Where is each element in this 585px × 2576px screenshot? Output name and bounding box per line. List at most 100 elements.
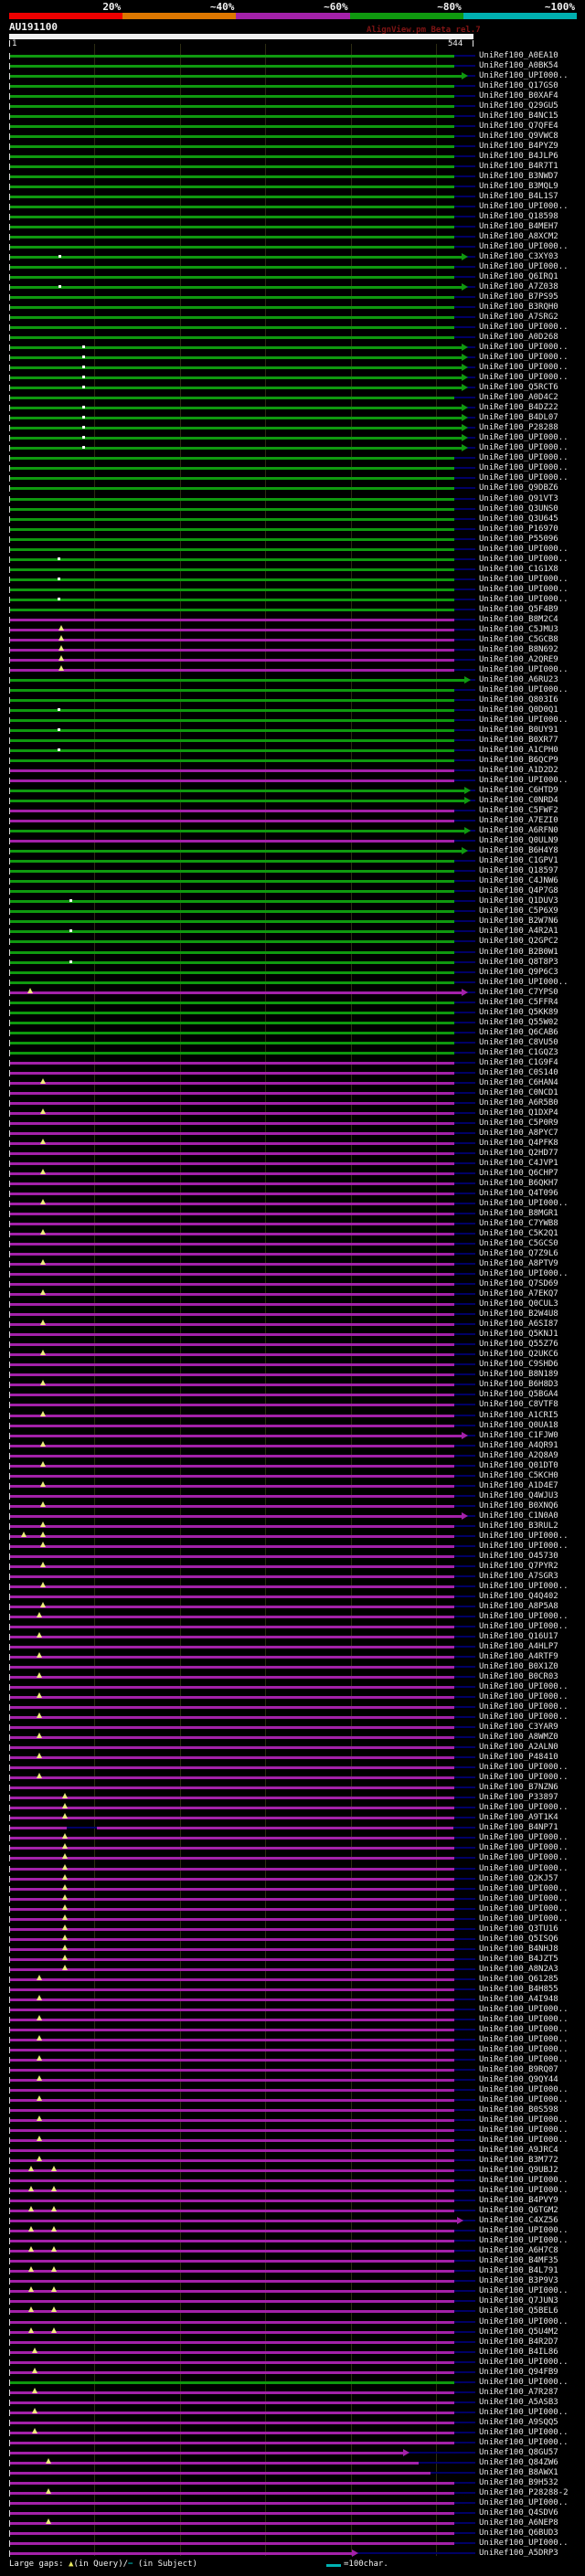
hit-label[interactable]: UniRef100_UPI000.. <box>479 363 569 373</box>
hit-label[interactable]: UniRef100_A5DRP3 <box>479 2549 558 2559</box>
hit-bar[interactable] <box>10 1797 454 1800</box>
hit-label[interactable]: UniRef100_UPI000.. <box>479 353 569 363</box>
hit-label[interactable]: UniRef100_O45730 <box>479 1552 558 1562</box>
hit-row[interactable]: UniRef100_A7Z038 <box>0 282 585 292</box>
hit-row[interactable]: UniRef100_Q61285 <box>0 1974 585 1985</box>
hit-label[interactable]: UniRef100_A2Q8A9 <box>479 1451 558 1461</box>
hit-row[interactable]: UniRef100_A6H7C8 <box>0 2246 585 2256</box>
hit-row[interactable]: UniRef100_Q4SDV6 <box>0 2508 585 2518</box>
hit-label[interactable]: UniRef100_A2QRE9 <box>479 655 558 665</box>
hit-bar[interactable] <box>10 588 454 591</box>
hit-label[interactable]: UniRef100_B0CR03 <box>479 1672 558 1682</box>
hit-bar[interactable] <box>10 970 454 974</box>
hit-row[interactable]: UniRef100_B9RQ07 <box>0 2065 585 2075</box>
hit-bar[interactable] <box>10 1193 454 1195</box>
hit-label[interactable]: UniRef100_UPI000.. <box>479 1853 569 1863</box>
hit-bar[interactable] <box>10 2300 454 2304</box>
hit-label[interactable]: UniRef100_UPI000.. <box>479 685 569 695</box>
hit-label[interactable]: UniRef100_UPI000.. <box>479 2005 569 2015</box>
hit-bar[interactable] <box>10 2270 454 2274</box>
hit-label[interactable]: UniRef100_Q6TGM2 <box>479 2206 558 2216</box>
hit-label[interactable]: UniRef100_A8XCM2 <box>479 232 558 242</box>
hit-bar[interactable] <box>10 487 454 491</box>
hit-bar[interactable] <box>10 2340 454 2344</box>
hit-bar[interactable] <box>10 1837 454 1840</box>
hit-row[interactable]: UniRef100_B7NZN6 <box>0 1783 585 1793</box>
hit-bar[interactable] <box>10 215 454 218</box>
hit-label[interactable]: UniRef100_UPI000.. <box>479 2428 569 2438</box>
hit-bar[interactable] <box>10 1887 454 1891</box>
hit-bar[interactable] <box>10 2401 454 2404</box>
hit-label[interactable]: UniRef100_B2W7N6 <box>479 917 558 927</box>
hit-row[interactable]: UniRef100_A7SRG2 <box>0 313 585 323</box>
hit-bar[interactable] <box>10 2411 454 2414</box>
hit-label[interactable]: UniRef100_A0EA10 <box>479 51 558 61</box>
hit-bar[interactable] <box>10 2431 454 2434</box>
hit-bar[interactable] <box>10 447 462 451</box>
hit-bar[interactable] <box>10 1595 454 1598</box>
hit-label[interactable]: UniRef100_C5GCS0 <box>479 1239 558 1249</box>
hit-bar[interactable] <box>10 2109 454 2112</box>
hit-label[interactable]: UniRef100_A6SI87 <box>479 1320 558 1330</box>
hit-label[interactable]: UniRef100_UPI000.. <box>479 453 569 463</box>
hit-bar[interactable] <box>10 1756 454 1760</box>
hit-row[interactable]: UniRef100_B3NWD7 <box>0 172 585 182</box>
hit-row[interactable]: UniRef100_B4L791 <box>0 2266 585 2276</box>
hit-bar[interactable] <box>10 1404 454 1407</box>
hit-bar[interactable] <box>10 185 454 188</box>
hit-bar[interactable] <box>10 1524 454 1528</box>
hit-bar[interactable] <box>10 800 464 803</box>
hit-label[interactable]: UniRef100_UPI000.. <box>479 323 569 333</box>
hit-label[interactable]: UniRef100_Q5U4M2 <box>479 2327 558 2337</box>
hit-row[interactable]: UniRef100_UPI000.. <box>0 1833 585 1843</box>
hit-row[interactable]: UniRef100_Q8GU57 <box>0 2448 585 2458</box>
hit-label[interactable]: UniRef100_UPI000.. <box>479 2035 569 2045</box>
hit-row[interactable]: UniRef100_C0S140 <box>0 1068 585 1078</box>
hit-label[interactable]: UniRef100_Q0D0Q1 <box>479 705 558 716</box>
hit-row[interactable]: UniRef100_B7PS95 <box>0 292 585 302</box>
hit-bar[interactable] <box>10 245 454 249</box>
hit-label[interactable]: UniRef100_Q5RCT6 <box>479 383 558 393</box>
hit-label[interactable]: UniRef100_P33897 <box>479 1793 558 1803</box>
hit-bar[interactable] <box>10 2210 454 2213</box>
hit-bar[interactable] <box>10 2360 454 2364</box>
hit-label[interactable]: UniRef100_Q9VWC8 <box>479 132 558 142</box>
hit-label[interactable]: UniRef100_Q2GPC2 <box>479 937 558 947</box>
hit-row[interactable]: UniRef100_A8PYC7 <box>0 1129 585 1139</box>
hit-row[interactable]: UniRef100_A7EZI0 <box>0 816 585 826</box>
hit-row[interactable]: UniRef100_Q6CAB6 <box>0 1028 585 1038</box>
hit-row[interactable]: UniRef100_C6HAN4 <box>0 1077 585 1088</box>
hit-row[interactable]: UniRef100_A0EA10 <box>0 51 585 61</box>
hit-label[interactable]: UniRef100_Q0ULN9 <box>479 836 558 846</box>
hit-label[interactable]: UniRef100_P16970 <box>479 525 558 535</box>
hit-label[interactable]: UniRef100_UPI000.. <box>479 1199 569 1209</box>
hit-bar[interactable] <box>10 2220 458 2223</box>
hit-row[interactable]: UniRef100_P28288 <box>0 423 585 433</box>
hit-label[interactable]: UniRef100_Q0CUL3 <box>479 1299 558 1309</box>
hit-label[interactable]: UniRef100_C7YWB8 <box>479 1219 558 1229</box>
hit-label[interactable]: UniRef100_Q6BUD3 <box>479 2528 558 2539</box>
hit-row[interactable]: UniRef100_Q5RCT6 <box>0 383 585 393</box>
hit-label[interactable]: UniRef100_C8VU50 <box>479 1038 558 1048</box>
hit-label[interactable]: UniRef100_UPI000.. <box>479 2095 569 2105</box>
hit-label[interactable]: UniRef100_UPI000.. <box>479 443 569 453</box>
hit-label[interactable]: UniRef100_C5KCH0 <box>479 1471 558 1481</box>
hit-label[interactable]: UniRef100_B4PYZ9 <box>479 142 558 152</box>
hit-bar[interactable] <box>10 1454 454 1458</box>
hit-bar[interactable] <box>10 1988 454 1991</box>
hit-label[interactable]: UniRef100_UPI000.. <box>479 2186 569 2196</box>
hit-bar[interactable] <box>10 1534 454 1538</box>
hit-label[interactable]: UniRef100_C6HAN4 <box>479 1078 558 1088</box>
hit-row[interactable]: UniRef100_Q3TU16 <box>0 1924 585 1935</box>
hit-label[interactable]: UniRef100_UPI000.. <box>479 2176 569 2186</box>
hit-row[interactable]: UniRef100_UPI000.. <box>0 2539 585 2549</box>
hit-bar[interactable] <box>10 1877 454 1881</box>
hit-bar[interactable] <box>10 719 454 722</box>
hit-row[interactable]: UniRef100_A5ASB3 <box>0 2398 585 2408</box>
hit-label[interactable]: UniRef100_A9SQQ5 <box>479 2418 558 2428</box>
hit-bar[interactable] <box>10 880 454 884</box>
hit-row[interactable]: UniRef100_Q0CUL3 <box>0 1299 585 1309</box>
hit-row[interactable]: UniRef100_Q803I6 <box>0 695 585 705</box>
hit-bar[interactable] <box>10 1353 454 1357</box>
hit-row[interactable]: UniRef100_A4R2A1 <box>0 927 585 937</box>
